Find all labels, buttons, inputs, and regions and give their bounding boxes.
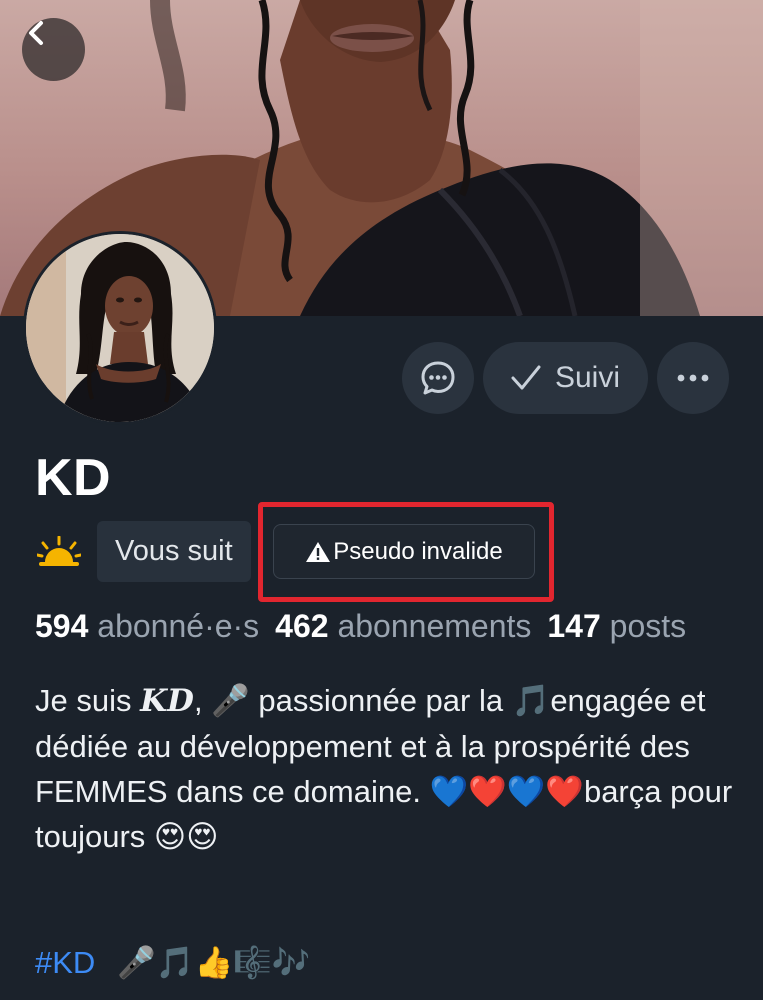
profile-actions: Suivi bbox=[402, 342, 729, 414]
follows-you-label: Vous suit bbox=[115, 535, 233, 567]
posts-label: posts bbox=[609, 608, 687, 644]
bio-emoji-tail: 🎤🎵👍🎼🎶 bbox=[117, 945, 311, 980]
back-button[interactable] bbox=[22, 18, 85, 81]
following-label-text: abonnements bbox=[337, 608, 532, 644]
more-options-button[interactable] bbox=[657, 342, 729, 414]
highlight-annotation bbox=[258, 502, 554, 602]
following-button[interactable]: Suivi bbox=[483, 342, 648, 414]
following-label: Suivi bbox=[554, 361, 621, 394]
avatar-photo bbox=[26, 234, 214, 422]
posts-stat: 147 posts bbox=[547, 608, 702, 644]
profile-stats: 594 abonné·e·s 462 abonnements 147 posts bbox=[35, 606, 763, 646]
followers-count: 594 bbox=[35, 608, 89, 644]
posts-count: 147 bbox=[547, 608, 601, 644]
message-button[interactable] bbox=[402, 342, 474, 414]
bio-hashtag-line: #KD 🎤🎵👍🎼🎶 bbox=[35, 940, 310, 985]
avatar[interactable] bbox=[23, 231, 217, 425]
bio-kd: KD bbox=[140, 683, 194, 719]
following-count: 462 bbox=[275, 608, 329, 644]
profile-bio: Je suis KD, 🎤 passionnée par la 🎵engagée… bbox=[35, 678, 735, 859]
followers-label: abonné·e·s bbox=[97, 608, 260, 644]
following-stat[interactable]: 462 abonnements bbox=[275, 608, 547, 644]
checkmark-icon bbox=[511, 365, 541, 390]
display-name: KD bbox=[35, 449, 112, 507]
sun-behind-cloud-icon bbox=[37, 536, 81, 566]
bio-prefix: Je suis bbox=[35, 683, 141, 718]
chat-bubble-icon bbox=[421, 361, 455, 395]
follows-you-badge: Vous suit bbox=[97, 521, 251, 582]
hashtag-link[interactable]: #KD bbox=[35, 945, 95, 980]
chevron-left-icon bbox=[29, 21, 43, 45]
followers-stat[interactable]: 594 abonné·e·s bbox=[35, 608, 275, 644]
more-horizontal-icon bbox=[677, 374, 709, 382]
